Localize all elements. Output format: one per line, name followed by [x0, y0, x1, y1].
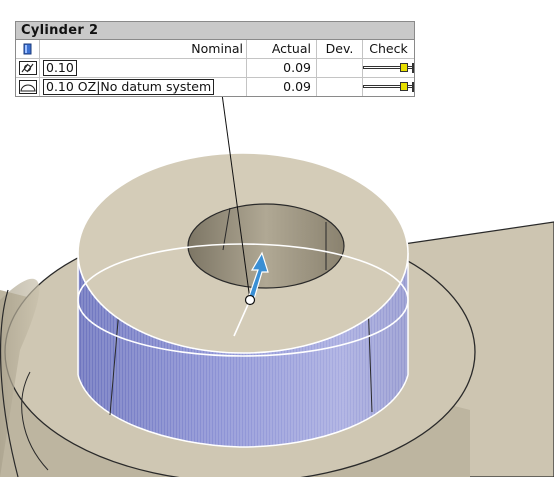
table-row[interactable]: 0.10 OZ|No datum system 0.09: [16, 78, 414, 96]
panel-title: Cylinder 2: [16, 22, 414, 40]
deviation-column-header: Dev.: [317, 40, 363, 58]
nominal-tolerance-value[interactable]: 0.10: [43, 60, 77, 76]
check-gauge: [363, 63, 414, 73]
check-column-header: Check: [369, 41, 408, 56]
deviation-value: [317, 78, 363, 96]
profile-of-surface-icon: [18, 80, 37, 94]
actual-value: 0.09: [247, 59, 317, 77]
deviation-value: [317, 59, 363, 77]
cylinder-top-face[interactable]: [77, 152, 409, 354]
table-row[interactable]: 0.10 0.09: [16, 59, 414, 78]
cylindricity-icon: [18, 61, 37, 75]
actual-value: 0.09: [247, 78, 317, 96]
feature-type-icon: [16, 40, 40, 58]
axis-origin-point[interactable]: [244, 294, 256, 306]
gauge-marker: [400, 82, 408, 91]
actual-column-header: Actual: [247, 40, 317, 58]
nominal-column-header: Nominal: [40, 40, 247, 58]
gauge-marker: [400, 63, 408, 72]
nominal-tolerance-value[interactable]: 0.10 OZ|No datum system: [43, 79, 215, 95]
check-gauge: [363, 82, 414, 92]
table-header-row: Nominal Actual Dev. Check: [16, 40, 414, 59]
feature-result-panel: Cylinder 2 Nominal Actual Dev. Check 0.1…: [15, 21, 415, 97]
